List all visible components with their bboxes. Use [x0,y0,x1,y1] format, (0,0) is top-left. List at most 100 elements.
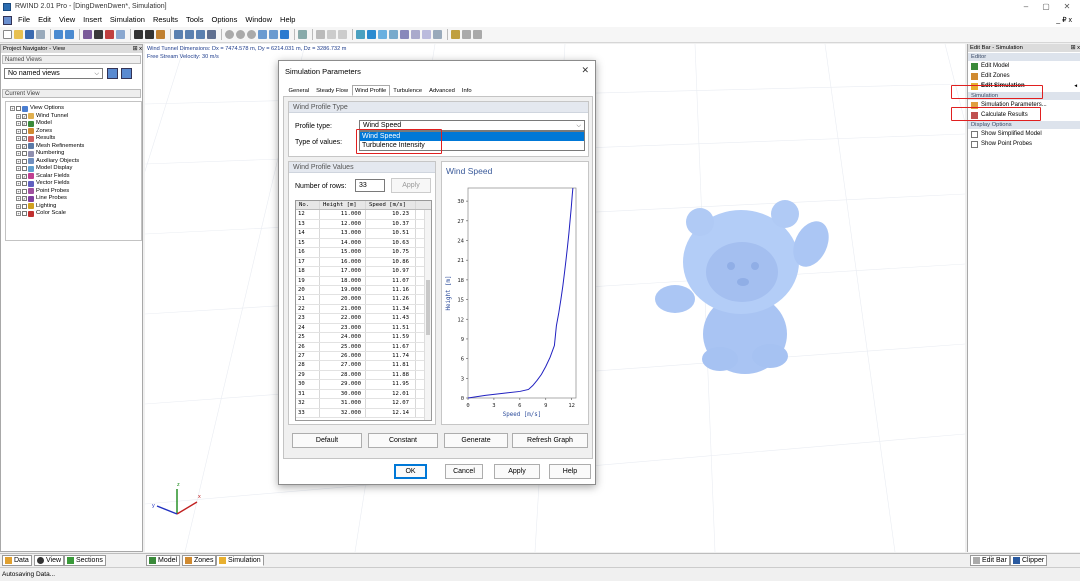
tree-item[interactable]: + Numbering [6,150,141,158]
table-cell[interactable]: 11.88 [366,370,416,380]
table-cell[interactable]: 10.86 [366,257,416,267]
table-cell[interactable]: 22 [296,304,320,314]
wind-profile-table[interactable]: No. Height [m] Speed [m/s] 12 11.000 10.23… [295,200,432,421]
tree-checkbox[interactable]: ✓ [22,196,27,202]
table-cell[interactable]: 27 [296,352,320,361]
tab-steady-flow[interactable]: Steady Flow [313,85,352,96]
tree-checkbox[interactable] [22,158,27,164]
tab-clipper[interactable]: Clipper [1010,555,1048,566]
table-cell[interactable]: 15.000 [320,248,366,257]
open-icon[interactable] [14,30,23,39]
table-cell[interactable]: 23.000 [320,323,366,333]
ok-button[interactable]: OK [394,464,427,479]
rotate-left-icon[interactable] [236,30,245,39]
tab-wind-profile[interactable]: Wind Profile [351,85,390,96]
table-cell[interactable]: 20 [296,285,320,295]
streamline-icon[interactable] [422,30,431,39]
menu-edit[interactable]: Edit [34,13,55,27]
tree-item[interactable]: + Model Display [6,165,141,173]
table-cell[interactable]: 26 [296,342,320,351]
table-cell[interactable]: 10.97 [366,267,416,276]
expand-icon[interactable]: + [16,196,21,202]
table-cell[interactable]: 18 [296,267,320,276]
table-row[interactable]: 17 16.000 10.86 [296,257,431,268]
tree-item[interactable]: + Auxiliary Objects [6,158,141,166]
zoom-out-icon[interactable] [338,30,347,39]
table-cell[interactable]: 17 [296,257,320,267]
expand-icon[interactable]: + [16,173,21,179]
calc-icon[interactable] [134,30,143,39]
print-icon[interactable] [36,30,45,39]
table-row[interactable]: 12 11.000 10.23 [296,210,431,220]
tree-checkbox[interactable] [22,211,27,217]
menu-help[interactable]: Help [276,13,299,27]
table-cell[interactable]: 11.34 [366,304,416,314]
table-cell[interactable]: 12.01 [366,389,416,399]
table-cell[interactable]: 10.37 [366,219,416,229]
expand-icon[interactable]: + [16,203,21,209]
tab-view[interactable]: View [34,555,65,566]
tree-checkbox[interactable] [22,181,27,187]
tree-item[interactable]: + Color Scale [6,210,141,218]
shade-icon[interactable] [389,30,398,39]
table-cell[interactable]: 11.51 [366,323,416,333]
show-point-probes-item[interactable]: Show Point Probes [968,139,1080,149]
pencil-icon[interactable] [316,30,325,39]
table-cell[interactable]: 32.000 [320,408,366,418]
tab-edit-bar[interactable]: Edit Bar [970,555,1010,566]
table-cell[interactable]: 21 [296,295,320,304]
tab-general[interactable]: General [285,85,313,96]
table-row[interactable]: 29 28.000 11.88 [296,370,431,381]
table-row[interactable]: 24 23.000 11.51 [296,323,431,334]
zoom-in-icon[interactable] [327,30,336,39]
tree-item[interactable]: + ✓ Line Probes [6,195,141,203]
tab-advanced[interactable]: Advanced [426,85,459,96]
save-icon[interactable] [25,30,34,39]
apply-button[interactable]: Apply [494,464,540,479]
apply-rows-button[interactable]: Apply [391,178,431,193]
default-button[interactable]: Default [292,433,362,448]
cancel-button[interactable]: Cancel [445,464,483,479]
expand-icon[interactable]: + [10,106,15,112]
tab-turbulence[interactable]: Turbulence [390,85,426,96]
menu-tools[interactable]: Tools [182,13,208,27]
generate-button[interactable]: Generate [444,433,508,448]
edit-zones-item[interactable]: Edit Zones [968,71,1080,81]
table-cell[interactable]: 25 [296,333,320,342]
table-cell[interactable]: 33 [296,408,320,418]
table-cell[interactable]: 31.000 [320,399,366,408]
table-row[interactable]: 19 18.000 11.07 [296,276,431,286]
display-options-section[interactable]: Display Options [968,121,1080,129]
expand-icon[interactable]: + [16,181,21,187]
view-front-icon[interactable] [269,30,278,39]
flag-icon[interactable] [156,30,165,39]
tab-simulation[interactable]: Simulation [216,555,264,566]
tree-item[interactable]: + Point Probes [6,188,141,196]
table-cell[interactable]: 11.07 [366,276,416,285]
arrows-icon[interactable] [411,30,420,39]
filter-icon[interactable] [462,30,471,39]
table-cell[interactable]: 11.81 [366,361,416,370]
mdi-controls[interactable]: _ ₽ x [1056,16,1072,24]
settings-icon[interactable] [473,30,482,39]
table-cell[interactable]: 17.000 [320,267,366,276]
expand-icon[interactable]: + [16,151,21,157]
tab-info[interactable]: Info [458,85,475,96]
menu-results[interactable]: Results [149,13,182,27]
tree-item[interactable]: + ✓ Model [6,120,141,128]
number-of-rows-input[interactable]: 33 [355,179,385,192]
table-cell[interactable]: 16 [296,248,320,257]
table-cell[interactable]: 13 [296,219,320,229]
show-simplified-model-checkbox[interactable] [971,130,978,138]
table-cell[interactable]: 30 [296,380,320,389]
expand-icon[interactable]: + [16,128,21,134]
rotate-right-icon[interactable] [247,30,256,39]
table-cell[interactable]: 26.000 [320,352,366,361]
expand-icon[interactable]: + [16,166,21,172]
table-cell[interactable]: 31 [296,389,320,399]
manage-views-icon[interactable] [121,68,132,79]
close-button[interactable]: ✕ [1058,0,1076,13]
table-row[interactable]: 26 25.000 11.67 [296,342,431,352]
table-row[interactable]: 28 27.000 11.81 [296,361,431,371]
table-cell[interactable]: 11.59 [366,333,416,342]
